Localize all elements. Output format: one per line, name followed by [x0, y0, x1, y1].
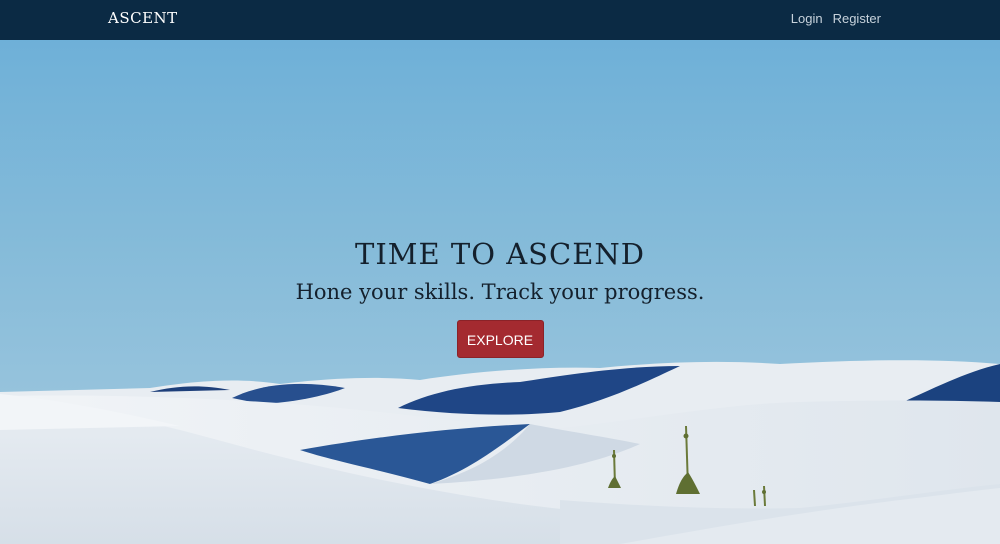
page: ASCENT Login Register TIME TO ASCEND Hon…	[0, 0, 1000, 544]
hero-title: TIME TO ASCEND	[354, 237, 645, 271]
brand-logo[interactable]: ASCENT	[108, 9, 178, 27]
hero-subtitle: Hone your skills. Track your progress.	[295, 280, 705, 304]
navbar: ASCENT Login Register	[0, 0, 1000, 40]
nav-links: Login Register	[791, 11, 881, 26]
explore-button[interactable]: EXPLORE	[456, 320, 544, 358]
register-link[interactable]: Register	[833, 11, 881, 26]
login-link[interactable]: Login	[791, 11, 823, 26]
hero-content: TIME TO ASCEND Hone your skills. Track y…	[0, 236, 1000, 358]
